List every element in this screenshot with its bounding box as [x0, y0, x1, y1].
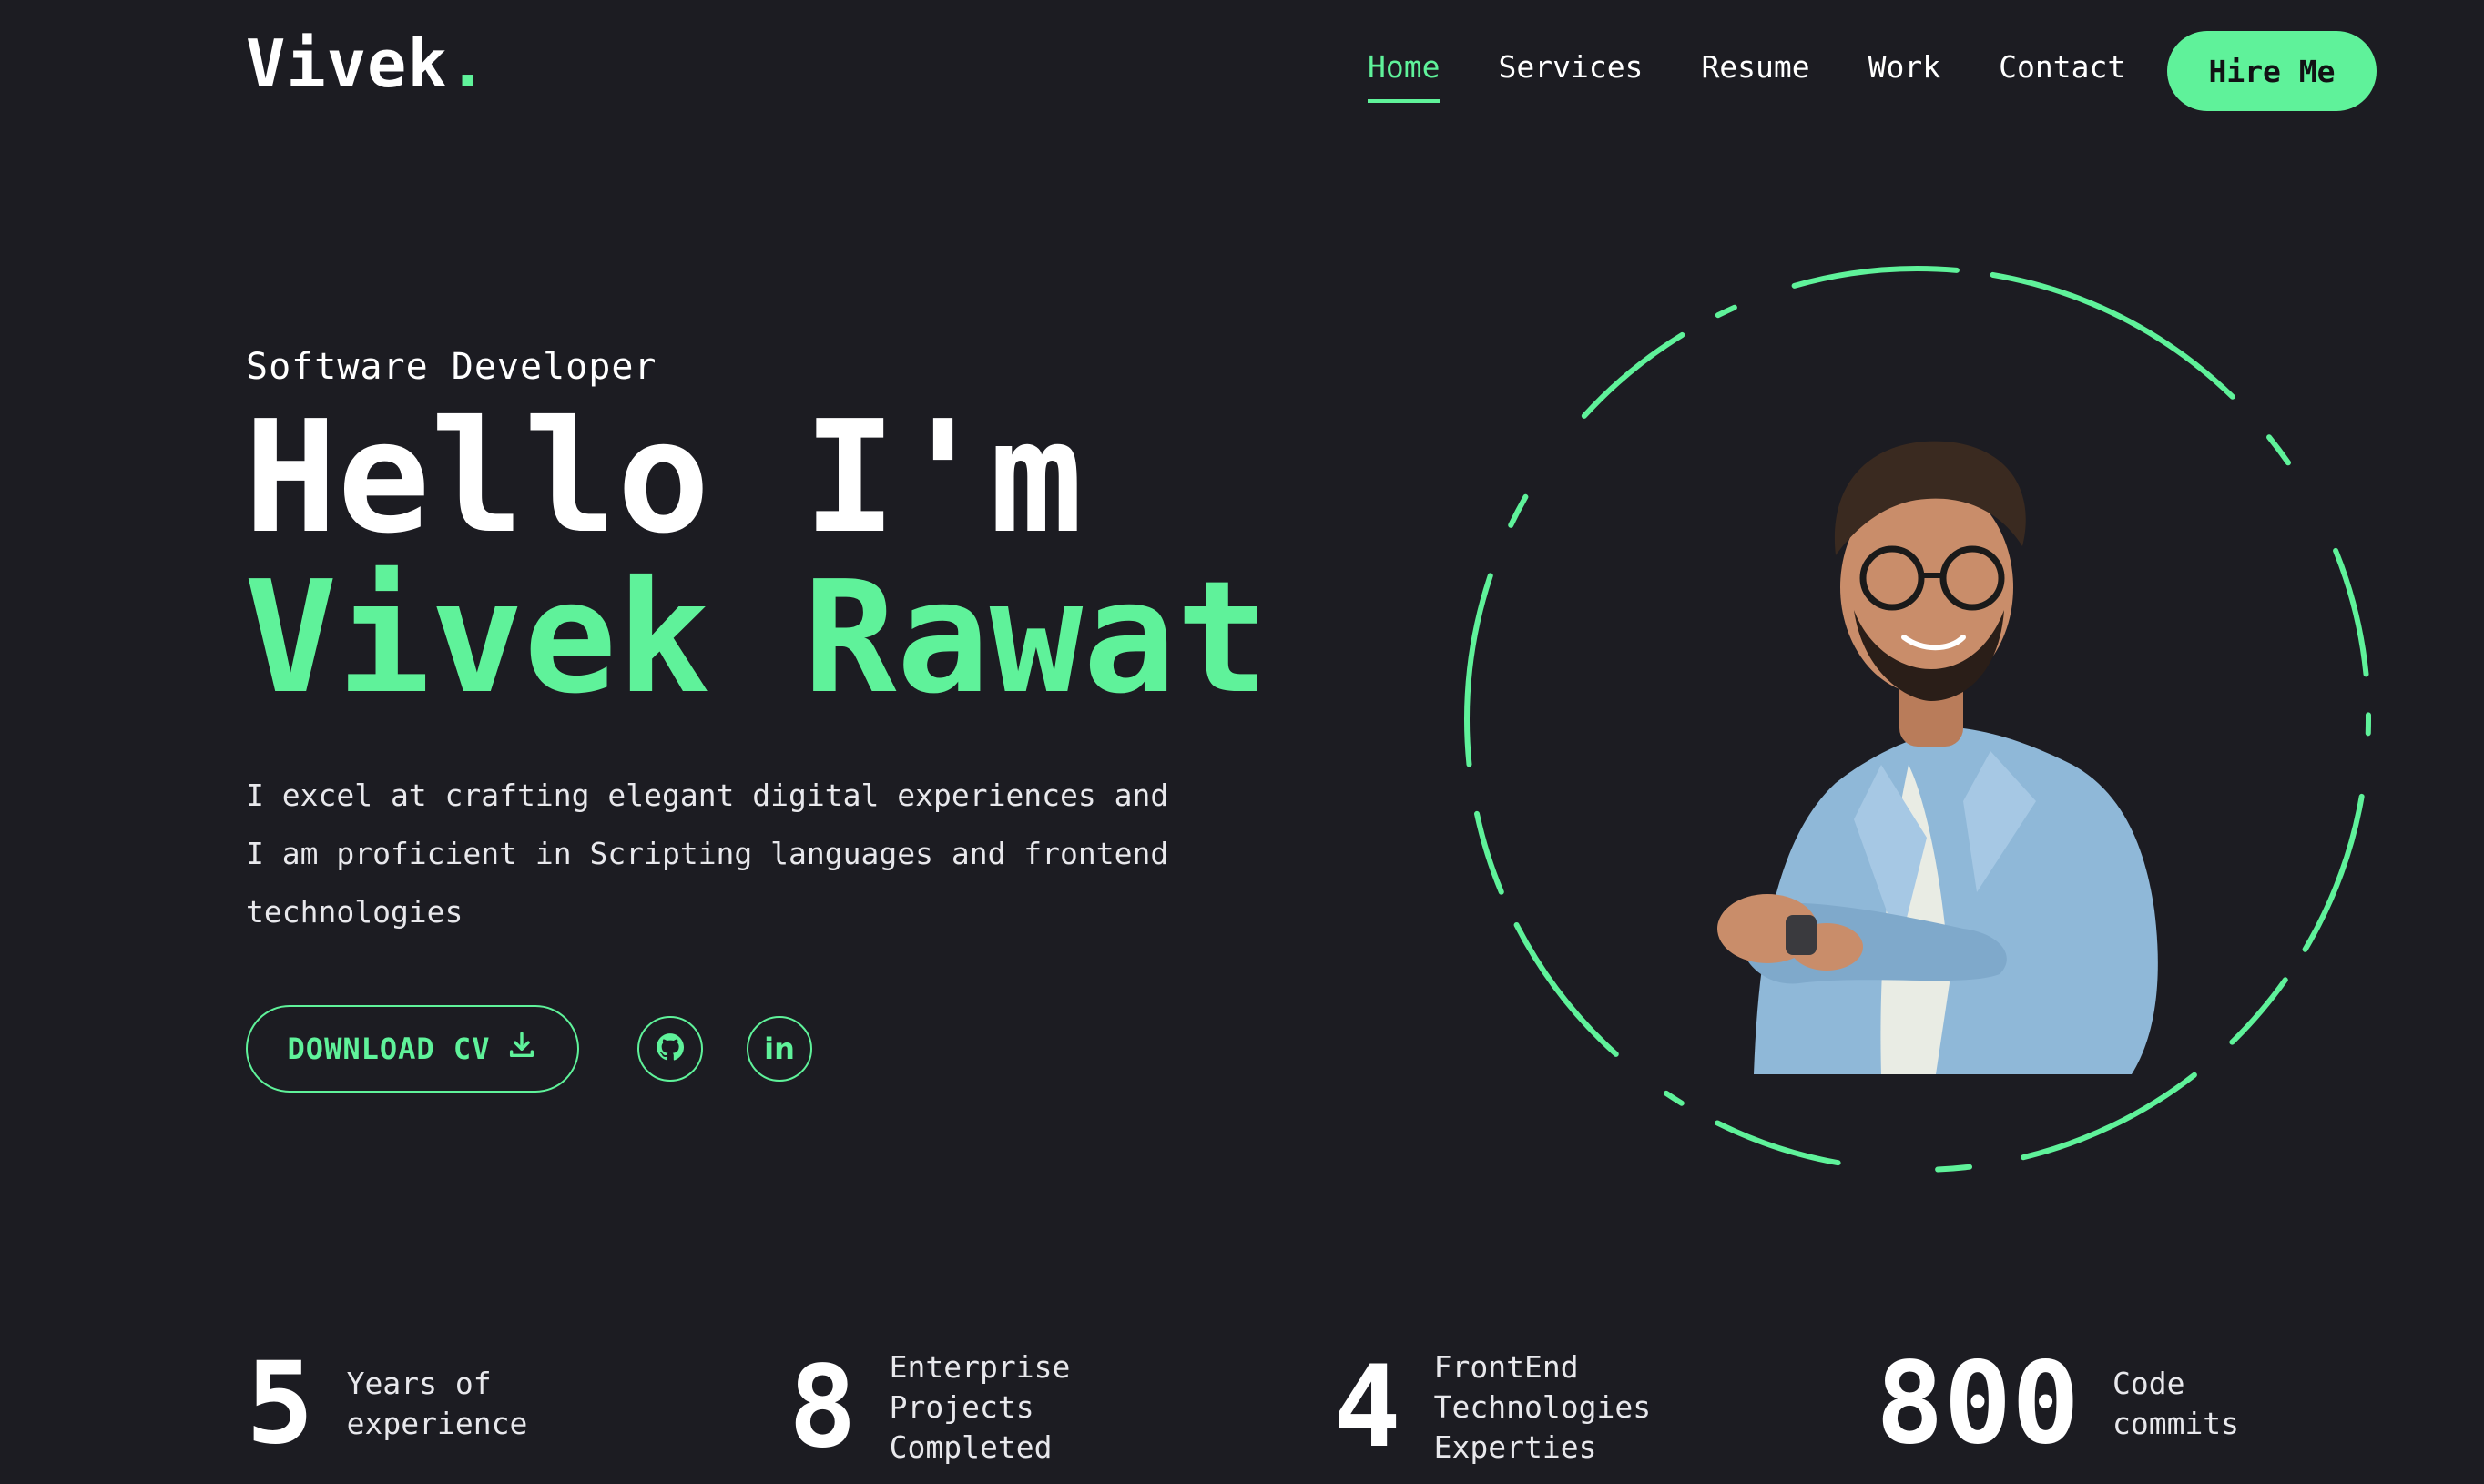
logo-dot: .	[447, 25, 489, 102]
hero-description: I excel at crafting elegant digital expe…	[246, 778, 1169, 930]
stat-number: 8	[789, 1342, 857, 1473]
stat-number: 800	[1876, 1338, 2080, 1469]
stat-label-line: Code	[2112, 1366, 2185, 1401]
person-illustration	[1717, 441, 2158, 1074]
greeting-heading: Hello I'm	[244, 388, 1084, 568]
portrait-graphic	[1464, 265, 2371, 1173]
stat-label-line: FrontEnd	[1433, 1349, 1579, 1385]
stat-experience: 5 Years of experience	[246, 1347, 527, 1460]
stat-label-line: Experties	[1433, 1429, 1597, 1465]
role-subtitle: Software Developer	[246, 346, 657, 388]
logo-text: Vivek	[246, 25, 448, 102]
stat-label: FrontEnd Technologies Experties	[1434, 1347, 1651, 1468]
portfolio-page: Vivek. Home Services Resume Work Contact…	[0, 0, 2484, 1484]
download-cv-button[interactable]: DOWNLOAD CV	[246, 1005, 579, 1093]
name-heading: Vivek Rawat	[244, 548, 1269, 728]
main-nav: Home Services Resume Work Contact	[1368, 49, 2184, 103]
stat-label-line: Years of	[346, 1366, 492, 1401]
github-icon	[655, 1032, 686, 1066]
stat-technologies: 4 FrontEnd Technologies Experties	[1333, 1347, 1651, 1468]
stat-label: Code commits	[2112, 1364, 2239, 1444]
nav-contact[interactable]: Contact	[1999, 49, 2125, 85]
nav-home[interactable]: Home	[1368, 49, 1441, 103]
stat-label-line: experience	[346, 1406, 528, 1441]
stat-label-line: Completed	[889, 1429, 1053, 1465]
stat-label: Years of experience	[347, 1364, 528, 1444]
logo[interactable]: Vivek.	[246, 25, 488, 102]
profile-portrait	[1453, 255, 2382, 1184]
nav-resume[interactable]: Resume	[1701, 49, 1809, 85]
github-link[interactable]	[637, 1016, 703, 1082]
nav-services[interactable]: Services	[1498, 49, 1643, 85]
download-cv-label: DOWNLOAD CV	[287, 1032, 491, 1066]
stat-label-line: Technologies	[1433, 1389, 1652, 1425]
stat-label-line: Projects	[889, 1389, 1034, 1425]
nav-work[interactable]: Work	[1868, 49, 1940, 85]
linkedin-icon: in	[764, 1032, 795, 1066]
stat-label-line: commits	[2112, 1406, 2240, 1441]
stat-number: 5	[246, 1338, 314, 1469]
stat-commits: 800 Code commits	[1876, 1347, 2239, 1460]
hire-me-button[interactable]: Hire Me	[2167, 31, 2377, 111]
linkedin-link[interactable]: in	[747, 1016, 812, 1082]
stat-number: 4	[1333, 1342, 1401, 1473]
download-icon	[506, 1030, 537, 1068]
stat-label: Enterprise Projects Completed	[890, 1347, 1071, 1468]
stat-projects: 8 Enterprise Projects Completed	[789, 1347, 1070, 1468]
stat-label-line: Enterprise	[889, 1349, 1071, 1385]
